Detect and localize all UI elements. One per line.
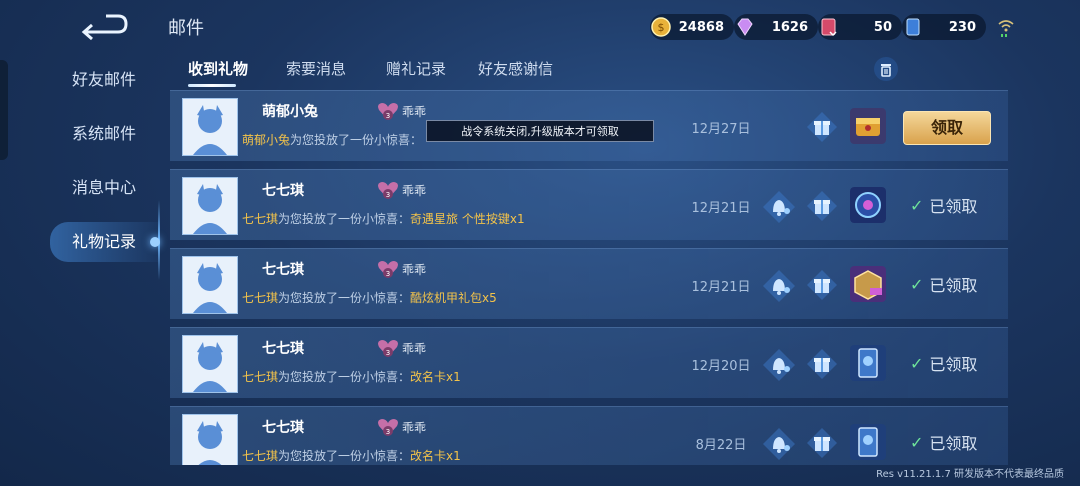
star-button-item-icon[interactable] [850,187,886,223]
gift-row: 萌郁小兔 3 乖乖 萌郁小兔为您投放了一份小惊喜： 战令系统关闭,升级版本才可领… [170,90,1008,161]
trash-icon[interactable] [873,56,899,82]
gift-box-icon[interactable] [806,427,838,459]
relationship-nickname: 乖乖 [402,263,427,277]
sidebar-item-system-mail[interactable]: 系统邮件 [50,114,158,154]
page-title: 邮件 [168,18,204,39]
relationship-nickname: 乖乖 [402,184,427,198]
svg-text:3: 3 [386,191,390,199]
thank-bell-icon[interactable] [762,348,796,382]
gift-date: 12月20日 [691,359,751,374]
diamond-icon [737,18,753,36]
gift-box-icon[interactable] [806,348,838,380]
thank-bell-icon[interactable] [762,269,796,303]
rename-card-icon[interactable] [850,345,886,381]
treasure-chest-icon[interactable] [850,108,886,144]
claimed-status: ✓ 已领取 [910,274,978,296]
gift-row: 七七琪 3 乖乖 七七琪为您投放了一份小惊喜：酷炫机甲礼包x5 12月21日 ✓… [170,248,1008,319]
resource-card: 230 [902,14,986,40]
tab-sent-gifts[interactable]: 赠礼记录 [386,58,446,88]
thank-bell-icon[interactable] [762,427,796,461]
intimacy-heart-icon: 3 [378,261,398,278]
tooltip: 战令系统关闭,升级版本才可领取 [426,120,654,142]
gift-date: 12月21日 [691,280,751,295]
intimacy-heart-icon: 3 [378,182,398,199]
gift-date: 8月22日 [695,438,747,453]
check-icon: ✓ [910,274,924,294]
relationship-nickname: 乖乖 [402,342,427,356]
check-icon: ✓ [910,353,924,373]
avatar[interactable] [182,177,238,235]
avatar[interactable] [182,335,238,393]
claimed-status: ✓ 已领取 [910,195,978,217]
wifi-signal-icon [998,20,1014,37]
gift-description: 七七琪为您投放了一份小惊喜：奇遇星旅 个性按键x1 [242,212,525,226]
tab-active-underline [188,84,236,87]
intimacy-heart-icon: 3 [378,340,398,357]
avatar[interactable] [182,256,238,314]
sender-name: 七七琪 [262,341,304,357]
gift-box-icon[interactable] [806,269,838,301]
sidebar-item-message-center[interactable]: 消息中心 [50,168,158,208]
tab-thank-you-letters[interactable]: 好友感谢信 [478,58,553,88]
svg-text:3: 3 [386,112,390,120]
back-arrow-icon[interactable] [78,12,130,42]
gift-row: 七七琪 3 乖乖 七七琪为您投放了一份小惊喜：改名卡x1 8月22日 ✓ 已领取 [170,406,1008,465]
card-icon [906,18,920,36]
mecha-pack-icon[interactable] [850,266,886,302]
check-icon: ✓ [910,432,924,452]
gift-row: 七七琪 3 乖乖 七七琪为您投放了一份小惊喜：奇遇星旅 个性按键x1 12月21… [170,169,1008,240]
tab-requests[interactable]: 索要消息 [286,58,346,88]
intimacy-heart-icon: 3 [378,419,398,436]
svg-text:$: $ [658,21,665,34]
resource-coin: $ 24868 [650,14,734,40]
svg-text:3: 3 [386,428,390,436]
gift-box-icon[interactable] [806,190,838,222]
gift-description: 七七琪为您投放了一份小惊喜：改名卡x1 [242,370,461,384]
claimed-status: ✓ 已领取 [910,353,978,375]
svg-text:3: 3 [386,270,390,278]
sidebar-item-gift-record[interactable]: 礼物记录 [50,222,158,262]
sender-name: 七七琪 [262,262,304,278]
coin-icon: $ [651,17,671,37]
voucher-icon [821,18,837,37]
resource-diamond: 1626 [734,14,818,40]
claimed-status: ✓ 已领取 [910,432,978,454]
sidebar-item-friend-mail[interactable]: 好友邮件 [50,60,158,100]
sender-name: 萌郁小兔 [262,104,318,120]
active-indicator-dot [150,237,160,247]
claim-button[interactable]: 领取 [903,111,991,145]
relationship-nickname: 乖乖 [402,421,427,435]
version-label: Res v11.21.1.7 研发版本不代表最终品质 [876,469,1064,480]
check-icon: ✓ [910,195,924,215]
sender-name: 七七琪 [262,420,304,436]
gift-description: 萌郁小兔为您投放了一份小惊喜： [242,133,423,147]
relationship-nickname: 乖乖 [402,105,427,119]
avatar[interactable] [182,414,238,465]
avatar[interactable] [182,98,238,156]
gift-description: 七七琪为您投放了一份小惊喜：酷炫机甲礼包x5 [242,291,497,305]
intimacy-heart-icon: 3 [378,103,398,120]
gift-box-icon[interactable] [806,111,838,143]
gift-date: 12月21日 [691,201,751,216]
sender-name: 七七琪 [262,183,304,199]
thank-bell-icon[interactable] [762,190,796,224]
gift-date: 12月27日 [691,122,751,137]
resource-voucher: 50 [818,14,902,40]
gift-description: 七七琪为您投放了一份小惊喜：改名卡x1 [242,449,461,463]
gift-row: 七七琪 3 乖乖 七七琪为您投放了一份小惊喜：改名卡x1 12月20日 ✓ 已领取 [170,327,1008,398]
rename-card-icon[interactable] [850,424,886,460]
sidebar: 好友邮件 系统邮件 消息中心 礼物记录 [0,0,160,486]
svg-text:3: 3 [386,349,390,357]
